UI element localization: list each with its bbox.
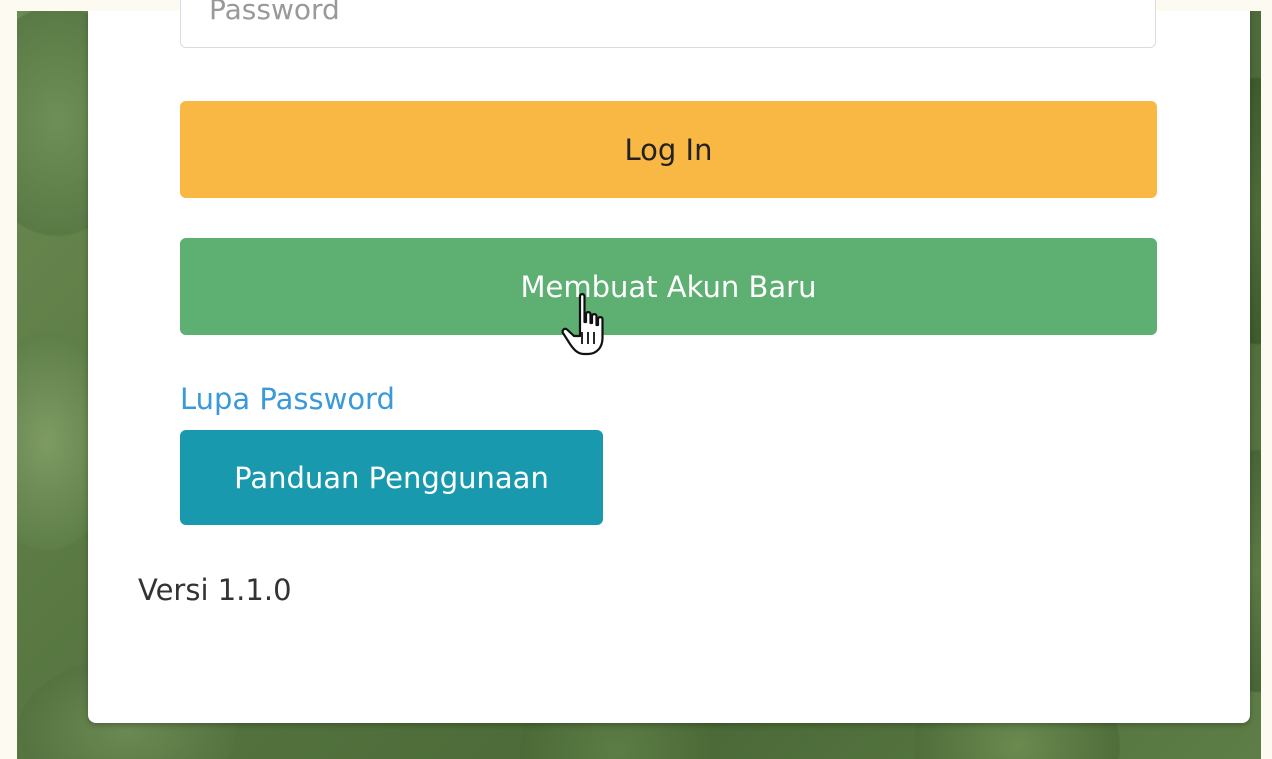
password-field[interactable]: [180, 0, 1156, 48]
register-button[interactable]: Membuat Akun Baru: [180, 238, 1157, 335]
login-button[interactable]: Log In: [180, 101, 1157, 198]
version-label: Versi 1.1.0: [138, 573, 292, 607]
user-guide-button[interactable]: Panduan Penggunaan: [180, 430, 603, 525]
login-form: Log In Membuat Akun Baru Lupa Password P…: [88, 0, 1250, 713]
forgot-password-link[interactable]: Lupa Password: [180, 382, 395, 416]
